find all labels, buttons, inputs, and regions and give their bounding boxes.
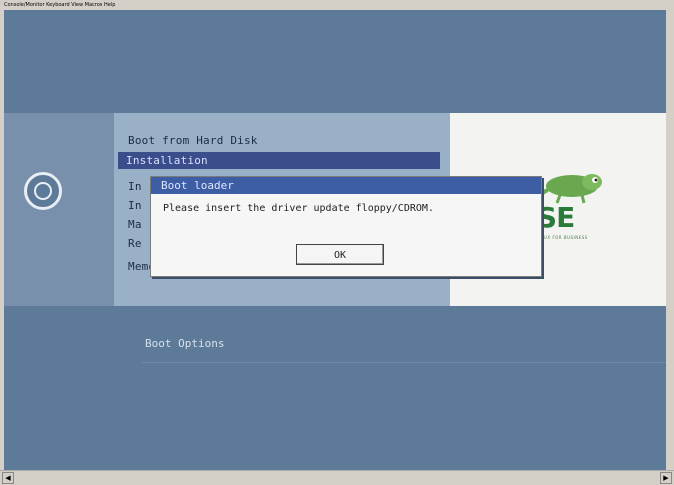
brand-tagline: LINUX FOR BUSINESS bbox=[536, 235, 588, 240]
menu-item-5[interactable]: Ma bbox=[128, 218, 142, 231]
scroll-left-icon[interactable]: ◀ bbox=[2, 472, 14, 484]
distro-logo-icon bbox=[24, 172, 62, 210]
scroll-right-icon[interactable]: ▶ bbox=[660, 472, 672, 484]
window-right-frame bbox=[666, 10, 674, 470]
menu-item-6[interactable]: Re bbox=[128, 237, 142, 250]
boot-options-label[interactable]: Boot Options bbox=[145, 337, 224, 350]
dialog-message: Please insert the driver update floppy/C… bbox=[163, 203, 434, 214]
menu-item-boot-hard-disk[interactable]: Boot from Hard Disk bbox=[128, 134, 258, 147]
app-menubar[interactable]: Console/Monitor Keyboard View Macros Hel… bbox=[0, 0, 674, 10]
ok-button[interactable]: OK bbox=[296, 244, 384, 265]
horizontal-scrollbar[interactable]: ◀ ▶ bbox=[0, 470, 674, 485]
boot-options-underline bbox=[142, 362, 666, 363]
boot-loader-dialog: Boot loader Please insert the driver upd… bbox=[150, 176, 542, 277]
menubar-text[interactable]: Console/Monitor Keyboard View Macros Hel… bbox=[0, 2, 115, 8]
menu-item-installation[interactable]: Installation bbox=[118, 152, 440, 169]
suse-chameleon-icon bbox=[537, 174, 602, 204]
menu-item-4[interactable]: In bbox=[128, 199, 142, 212]
menu-item-3[interactable]: In bbox=[128, 180, 142, 193]
dialog-title: Boot loader bbox=[151, 177, 541, 194]
